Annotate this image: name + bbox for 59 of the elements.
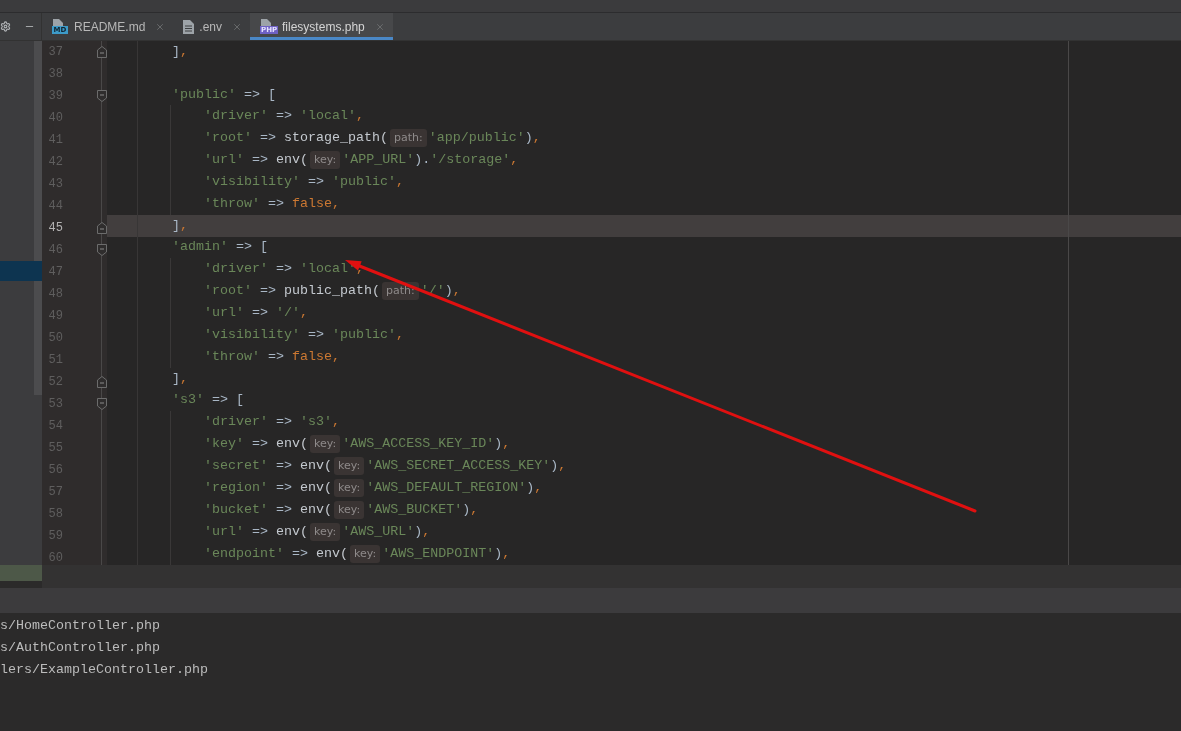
line-number: 45	[47, 220, 63, 237]
fold-marker-icon[interactable]	[96, 222, 107, 234]
code-text: 'throw' => false,	[204, 348, 340, 367]
fold-marker-icon[interactable]	[96, 398, 107, 410]
settings-icon[interactable]	[0, 21, 11, 32]
code-text: ],	[172, 369, 188, 388]
parameter-hint: key:	[334, 456, 365, 475]
code-text: 'throw' => false,	[204, 195, 340, 214]
code-text: 'driver' => 's3',	[204, 412, 340, 431]
close-icon[interactable]	[155, 21, 166, 32]
code-text: 'url' => env(	[204, 151, 308, 170]
parameter-hint: key:	[350, 544, 381, 563]
code-text: 's3' => [	[172, 391, 244, 410]
code-text: 'AWS_DEFAULT_REGION'),	[366, 478, 543, 497]
close-icon[interactable]	[232, 21, 243, 32]
code-text: 'AWS_URL'),	[342, 522, 431, 541]
code-text: 'AWS_ACCESS_KEY_ID'),	[342, 434, 511, 453]
code-text: 'bucket' => env(	[204, 500, 332, 519]
fold-marker-icon[interactable]	[96, 90, 107, 102]
code-text: ],	[172, 217, 188, 235]
parameter-hint: key:	[334, 500, 365, 519]
parameter-hint: key:	[310, 522, 341, 541]
fold-marker-icon[interactable]	[96, 376, 107, 388]
code-editor[interactable]	[107, 41, 1181, 565]
code-text: 'admin' => [	[172, 238, 268, 257]
code-text: 'AWS_BUCKET'),	[366, 500, 479, 519]
code-text: 'driver' => 'local',	[204, 260, 364, 279]
code-text: 'secret' => env(	[204, 456, 332, 475]
parameter-hint: key:	[310, 434, 341, 453]
code-text: 'visibility' => 'public',	[204, 326, 404, 345]
code-text: 'root' => public_path(	[204, 282, 380, 301]
parameter-hint: path:	[382, 282, 419, 301]
row-highlight	[0, 565, 42, 581]
code-text: ],	[172, 42, 188, 61]
parameter-hint: key:	[334, 478, 365, 497]
parameter-hint: key:	[310, 151, 341, 170]
code-text: 'root' => storage_path(	[204, 129, 388, 148]
fold-marker-icon[interactable]	[96, 244, 107, 256]
scrollbar-thumb[interactable]	[34, 41, 42, 395]
editor-tab[interactable]: .env	[173, 13, 251, 40]
code-text: 'APP_URL').'/storage',	[342, 151, 519, 170]
parameter-hint: path:	[390, 129, 427, 148]
code-text: 'public' => [	[172, 85, 276, 104]
document-icon	[183, 19, 195, 34]
code-text: 'region' => env(	[204, 478, 332, 497]
file-path[interactable]: s/HomeController.php	[0, 615, 160, 637]
file-path[interactable]: lers/ExampleController.php	[0, 659, 208, 681]
code-text: 'endpoint' => env(	[204, 544, 348, 563]
code-text: 'url' => '/',	[204, 304, 308, 323]
code-text: 'driver' => 'local',	[204, 107, 364, 126]
code-text: 'url' => env(	[204, 522, 308, 541]
code-text: 'AWS_ENDPOINT'),	[382, 544, 511, 563]
code-text: 'AWS_SECRET_ACCESS_KEY'),	[366, 456, 567, 475]
close-icon[interactable]	[374, 21, 385, 32]
code-text: 'key' => env(	[204, 434, 308, 453]
code-text: 'visibility' => 'public',	[204, 173, 404, 192]
file-path[interactable]: s/AuthController.php	[0, 637, 160, 659]
fold-marker-icon[interactable]	[96, 46, 107, 58]
code-text: 'app/public'),	[428, 129, 541, 148]
